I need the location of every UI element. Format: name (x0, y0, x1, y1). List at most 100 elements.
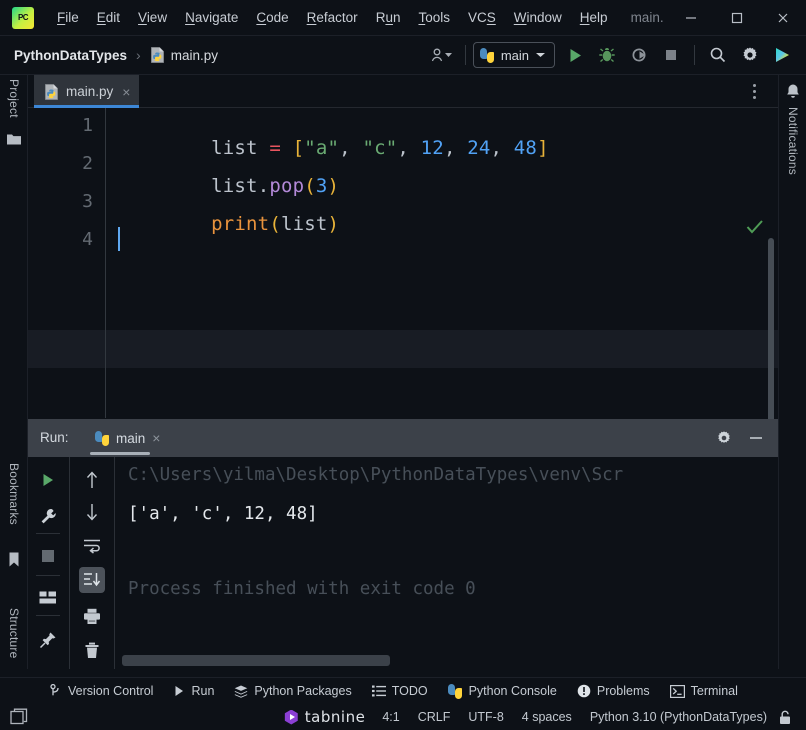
token: , (443, 137, 468, 159)
gear-icon[interactable] (734, 40, 766, 70)
list-icon (371, 685, 386, 697)
console-line-status: Process finished with exit code 0 (128, 579, 476, 599)
play-icon (173, 685, 185, 697)
breadcrumb-file[interactable]: main.py (171, 48, 218, 63)
stop-button[interactable] (655, 40, 687, 70)
tool-window-bar: Version Control Run Python Packages TODO… (0, 677, 806, 704)
run-settings-button[interactable] (714, 428, 734, 448)
token: ( (269, 213, 281, 235)
toolwindow-problems[interactable]: Problems (567, 678, 660, 705)
ok-checkmark-icon[interactable] (746, 219, 764, 235)
run-configuration-selector[interactable]: main (472, 42, 555, 68)
python-file-icon (44, 83, 59, 100)
tabnine-status[interactable]: tabnine (276, 708, 374, 726)
caret-position[interactable]: 4:1 (373, 710, 408, 724)
menu-tools[interactable]: Tools (409, 7, 459, 28)
token: ] (537, 137, 549, 159)
toolwindow-label: Terminal (690, 684, 738, 698)
close-icon[interactable]: × (152, 431, 160, 445)
python-icon (480, 47, 495, 63)
menu-file[interactable]: File (48, 7, 88, 28)
maximize-icon[interactable] (714, 0, 760, 36)
hide-panel-button[interactable] (746, 428, 766, 448)
rerun-button[interactable] (35, 467, 61, 493)
code-content[interactable]: list = ["a", "c", 12, 24, 48] list.pop(3… (107, 108, 778, 418)
console-line-output: ['a', 'c', 12, 48] (128, 504, 318, 524)
ide-assistant-button[interactable] (766, 40, 798, 70)
run-tab-main[interactable]: main × (86, 419, 168, 457)
search-icon[interactable] (702, 40, 734, 70)
menu-edit[interactable]: Edit (88, 7, 129, 28)
stop-button[interactable] (35, 543, 61, 569)
run-with-coverage-button[interactable] (623, 40, 655, 70)
toolwindow-version-control[interactable]: Version Control (40, 678, 163, 705)
sidebar-item-bookmarks[interactable]: Bookmarks (7, 463, 21, 525)
toolwindow-label: Problems (596, 684, 650, 698)
toolbar-divider-2 (36, 575, 60, 576)
toggle-toolwindows-icon[interactable] (10, 708, 28, 726)
menu-navigate[interactable]: Navigate (176, 7, 247, 28)
token: list (280, 213, 328, 235)
python-interpreter[interactable]: Python 3.10 (PythonDataTypes) (581, 710, 776, 724)
wrench-icon[interactable] (35, 503, 61, 529)
run-panel-label: Run: (40, 430, 69, 445)
line-number: 4 (82, 229, 93, 250)
bell-icon[interactable] (785, 83, 801, 100)
file-encoding[interactable]: UTF-8 (459, 710, 512, 724)
toolbar-actions: main (426, 40, 798, 70)
menu-code[interactable]: Code (247, 7, 297, 28)
menu-window[interactable]: Window (505, 7, 571, 28)
scroll-to-end-icon[interactable] (79, 567, 105, 593)
menu-refactor[interactable]: Refactor (298, 7, 367, 28)
editor-gutter[interactable]: 1 2 3 4 (28, 108, 106, 418)
arrow-up-icon[interactable] (79, 467, 105, 493)
close-icon[interactable]: × (122, 85, 130, 99)
folder-icon (6, 132, 22, 146)
toolwindow-label: Python Console (468, 684, 557, 698)
python-icon (94, 430, 109, 446)
printer-icon[interactable] (79, 603, 105, 629)
run-button[interactable] (559, 40, 591, 70)
debug-button[interactable] (591, 40, 623, 70)
menu-view[interactable]: View (129, 7, 176, 28)
more-options-icon[interactable] (744, 81, 764, 101)
sidebar-item-notifications[interactable]: Notifications (786, 107, 800, 175)
toolwindow-label: TODO (391, 684, 428, 698)
token: , (339, 137, 363, 159)
toolwindow-run[interactable]: Run (163, 678, 224, 705)
indent-setting[interactable]: 4 spaces (513, 710, 581, 724)
breadcrumb-project[interactable]: PythonDataTypes (14, 48, 127, 63)
terminal-icon (669, 684, 685, 698)
menu-vcs[interactable]: VCS (459, 7, 505, 28)
menu-run[interactable]: Run (367, 7, 410, 28)
toolwindow-python-packages[interactable]: Python Packages (224, 678, 361, 705)
pin-icon[interactable] (35, 627, 61, 653)
unlocked-padlock-icon[interactable] (776, 710, 798, 725)
close-icon[interactable] (760, 0, 806, 36)
pycharm-window: File Edit View Navigate Code Refactor Ru… (0, 0, 806, 730)
python-file-icon (150, 47, 165, 63)
code-editor[interactable]: 1 2 3 4 list = ["a", "c", 12, 24, 48] li… (28, 108, 778, 463)
toolwindow-todo[interactable]: TODO (362, 678, 438, 705)
layout-icon[interactable] (35, 585, 61, 611)
arrow-down-icon[interactable] (79, 499, 105, 525)
minimize-icon[interactable] (668, 0, 714, 36)
toolwindow-python-console[interactable]: Python Console (438, 678, 567, 705)
token: , (490, 137, 514, 159)
token: 48 (513, 137, 538, 159)
user-avatar-icon[interactable] (426, 40, 458, 70)
console-horizontal-scrollbar[interactable] (122, 655, 390, 666)
soft-wrap-icon[interactable] (79, 533, 105, 559)
console-left-toolbar (28, 457, 68, 669)
editor-tab-main-py[interactable]: main.py × (34, 75, 140, 108)
trash-icon[interactable] (79, 637, 105, 663)
toolbar-divider (36, 533, 60, 534)
menu-help[interactable]: Help (571, 7, 617, 28)
toolbar-divider (464, 45, 466, 65)
sidebar-item-project[interactable]: Project (7, 79, 21, 118)
toolwindow-terminal[interactable]: Terminal (660, 678, 748, 705)
chevron-down-icon (535, 51, 546, 59)
line-separator[interactable]: CRLF (409, 710, 460, 724)
sidebar-item-structure[interactable]: Structure (7, 608, 21, 659)
console-area: C:\Users\yilma\Desktop\PythonDataTypes\v… (28, 457, 778, 669)
